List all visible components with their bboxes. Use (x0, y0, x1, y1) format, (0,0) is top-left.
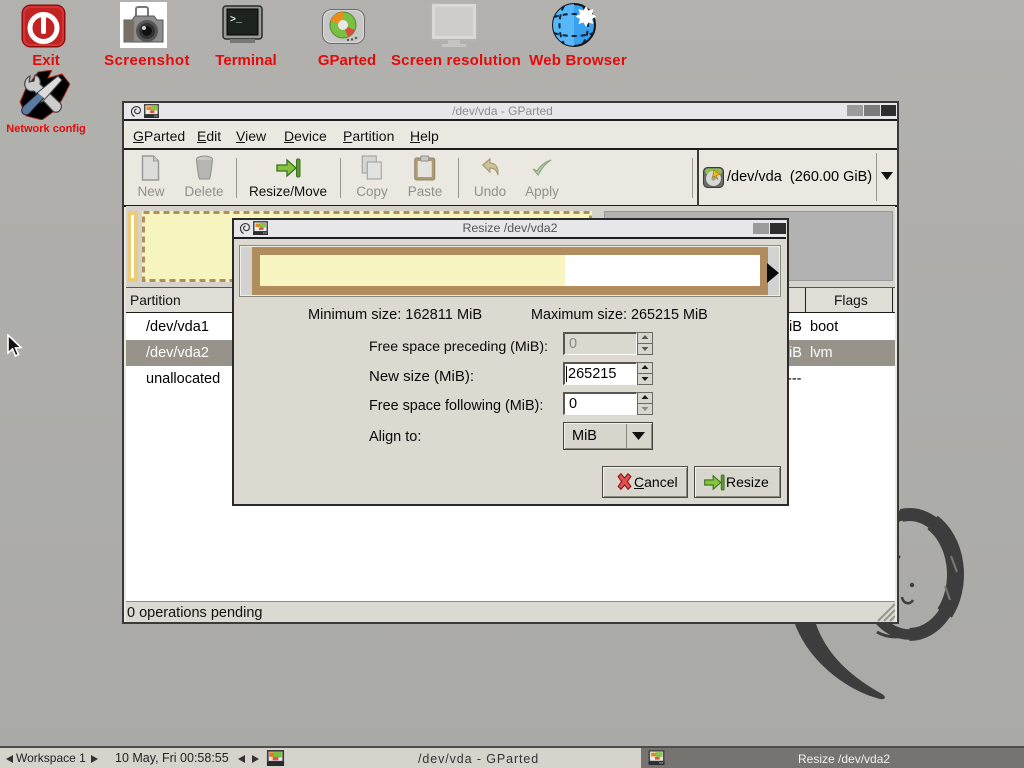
svg-text:>_: >_ (230, 15, 243, 26)
